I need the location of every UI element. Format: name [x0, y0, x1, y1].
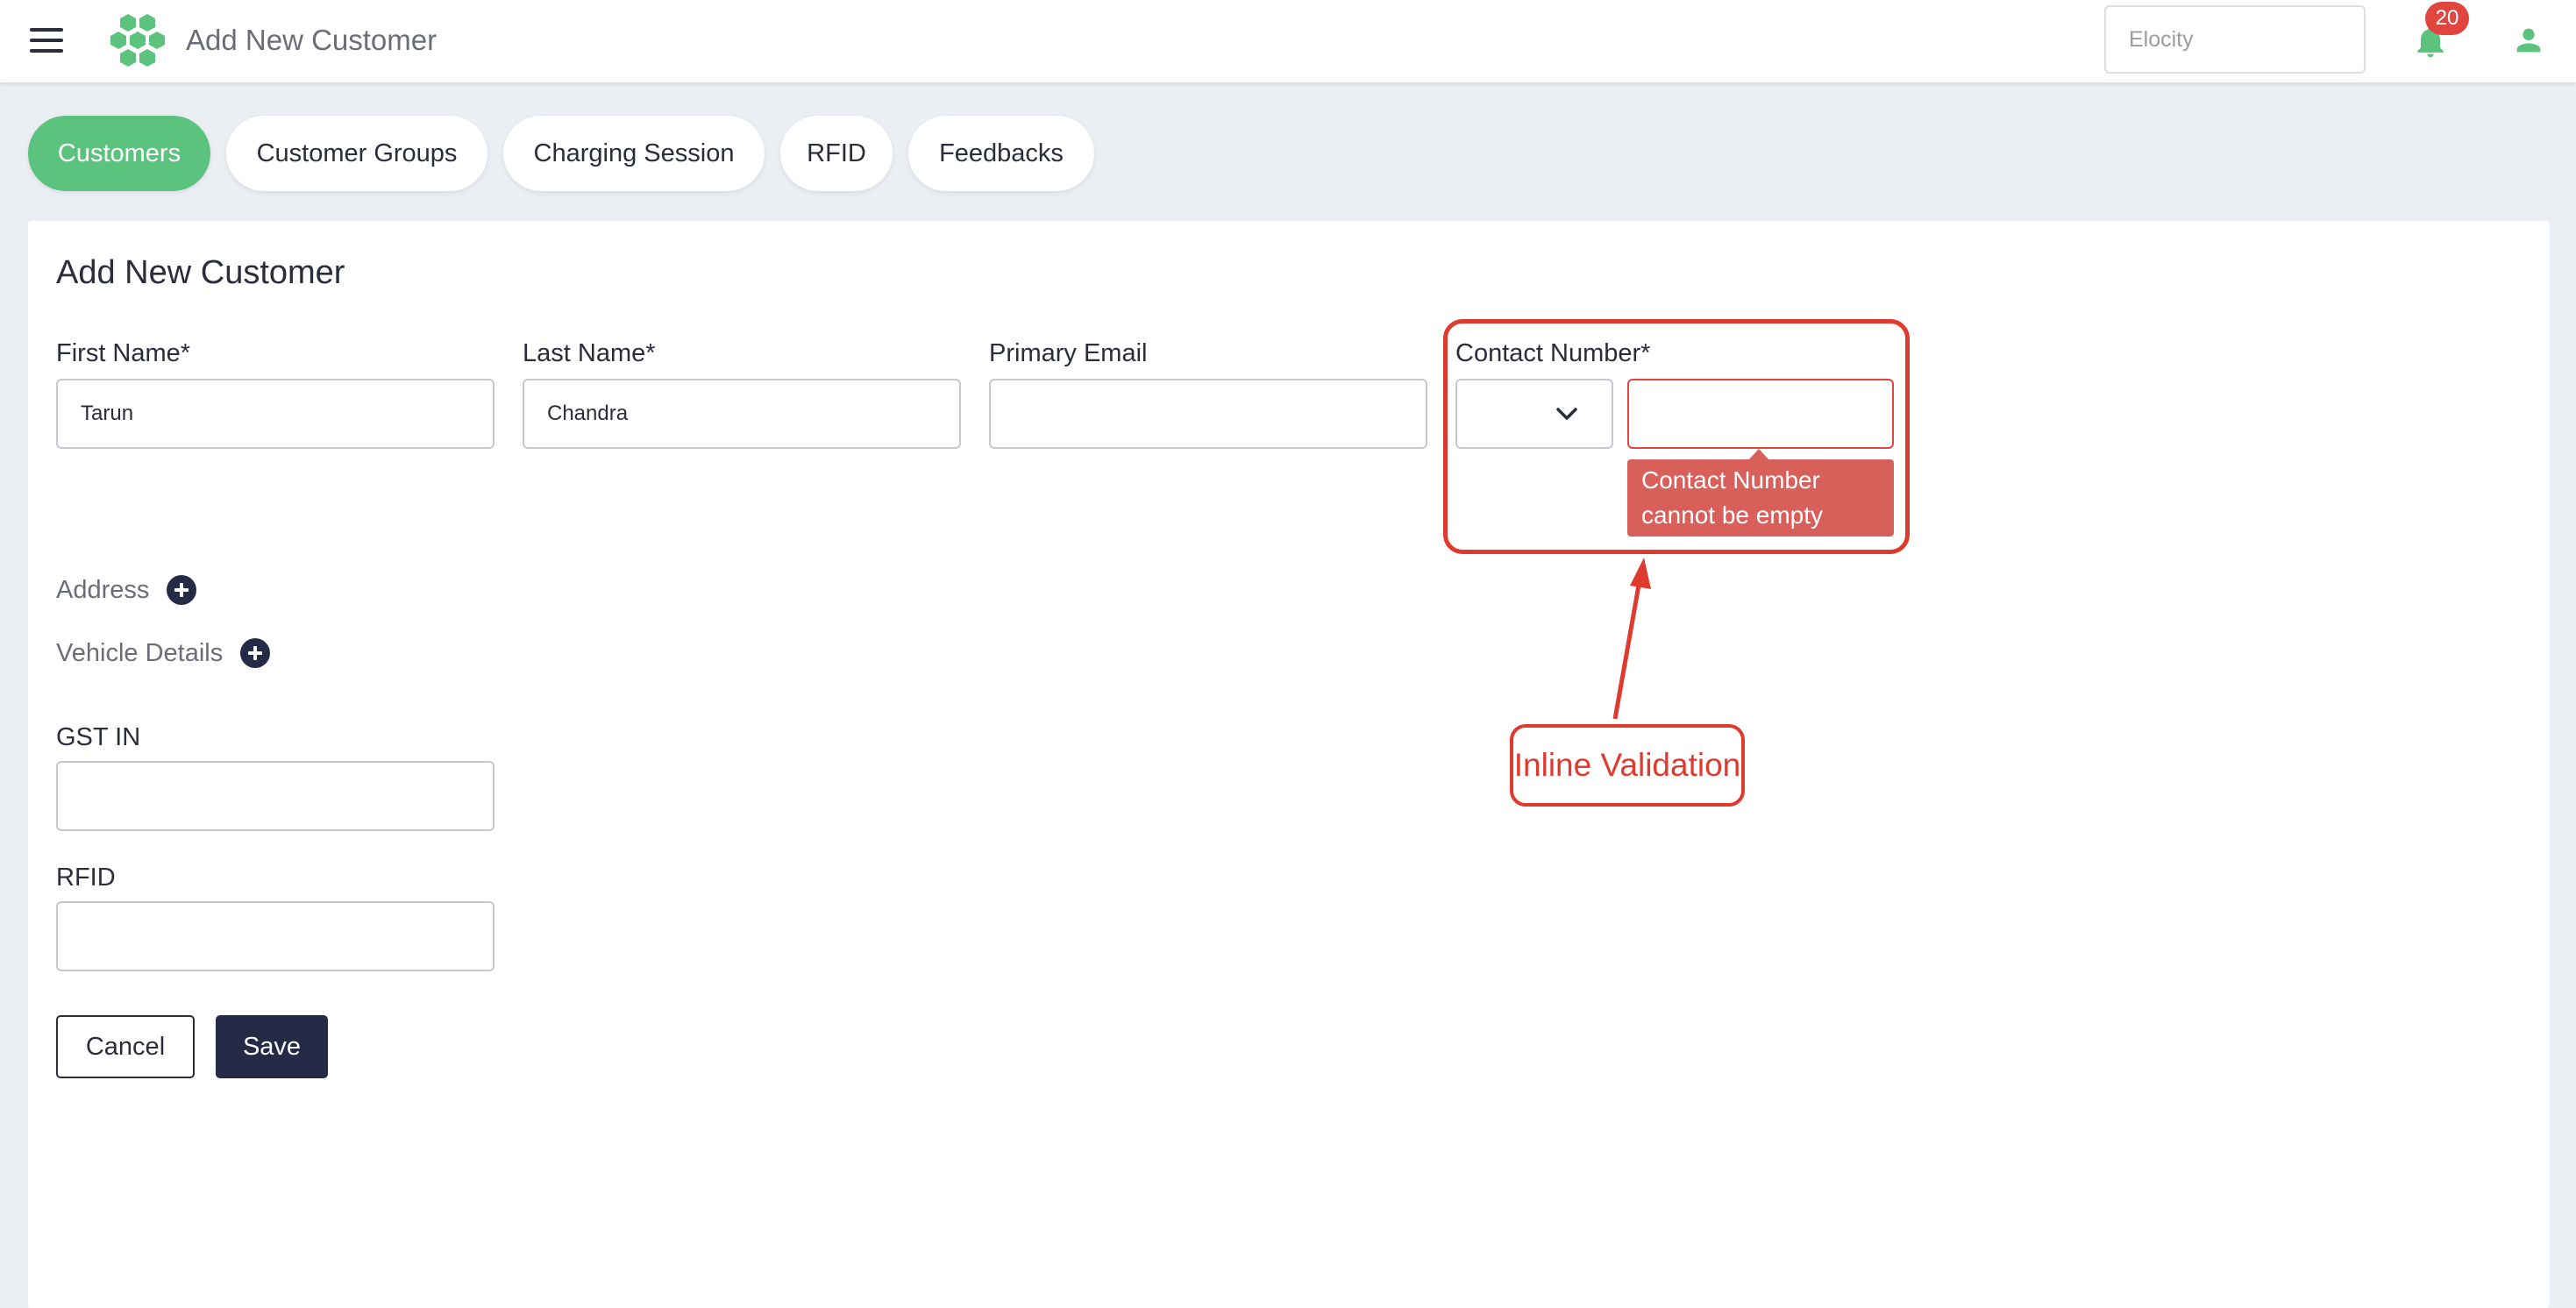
notification-count-badge: 20 — [2425, 2, 2469, 35]
rfid-label: RFID — [56, 864, 116, 892]
last-name-label: Last Name* — [523, 339, 656, 367]
first-name-input[interactable] — [56, 379, 495, 449]
top-bar: Add New Customer Elocity 20 — [0, 0, 2576, 82]
vehicle-details-toggle-label[interactable]: Vehicle Details — [56, 636, 223, 670]
tab-charging-session[interactable]: Charging Session — [503, 116, 765, 191]
add-vehicle-details-icon[interactable] — [240, 638, 270, 668]
tab-customers[interactable]: Customers — [28, 116, 210, 191]
tab-customer-groups[interactable]: Customer Groups — [226, 116, 487, 191]
annotation-label: Inline Validation — [1510, 724, 1745, 807]
address-toggle-label[interactable]: Address — [56, 573, 149, 607]
last-name-input[interactable] — [523, 379, 961, 449]
page-title: Add New Customer — [186, 24, 438, 56]
gst-in-input[interactable] — [56, 761, 495, 831]
form-title: Add New Customer — [56, 254, 345, 291]
primary-email-input[interactable] — [989, 379, 1427, 449]
add-address-icon[interactable] — [167, 575, 196, 605]
first-name-label: First Name* — [56, 339, 191, 367]
save-button[interactable]: Save — [216, 1015, 328, 1078]
primary-email-label: Primary Email — [989, 339, 1148, 367]
annotation-highlight-box — [1443, 319, 1910, 554]
cancel-button[interactable]: Cancel — [56, 1015, 195, 1078]
user-profile-icon[interactable] — [2511, 23, 2546, 58]
hamburger-menu-icon[interactable] — [30, 25, 67, 56]
tab-feedbacks[interactable]: Feedbacks — [908, 116, 1094, 191]
gst-in-label: GST IN — [56, 723, 141, 751]
organization-select[interactable]: Elocity — [2104, 5, 2366, 74]
rfid-input[interactable] — [56, 901, 495, 971]
tab-rfid[interactable]: RFID — [780, 116, 893, 191]
hexagon-logo-icon — [110, 14, 165, 67]
